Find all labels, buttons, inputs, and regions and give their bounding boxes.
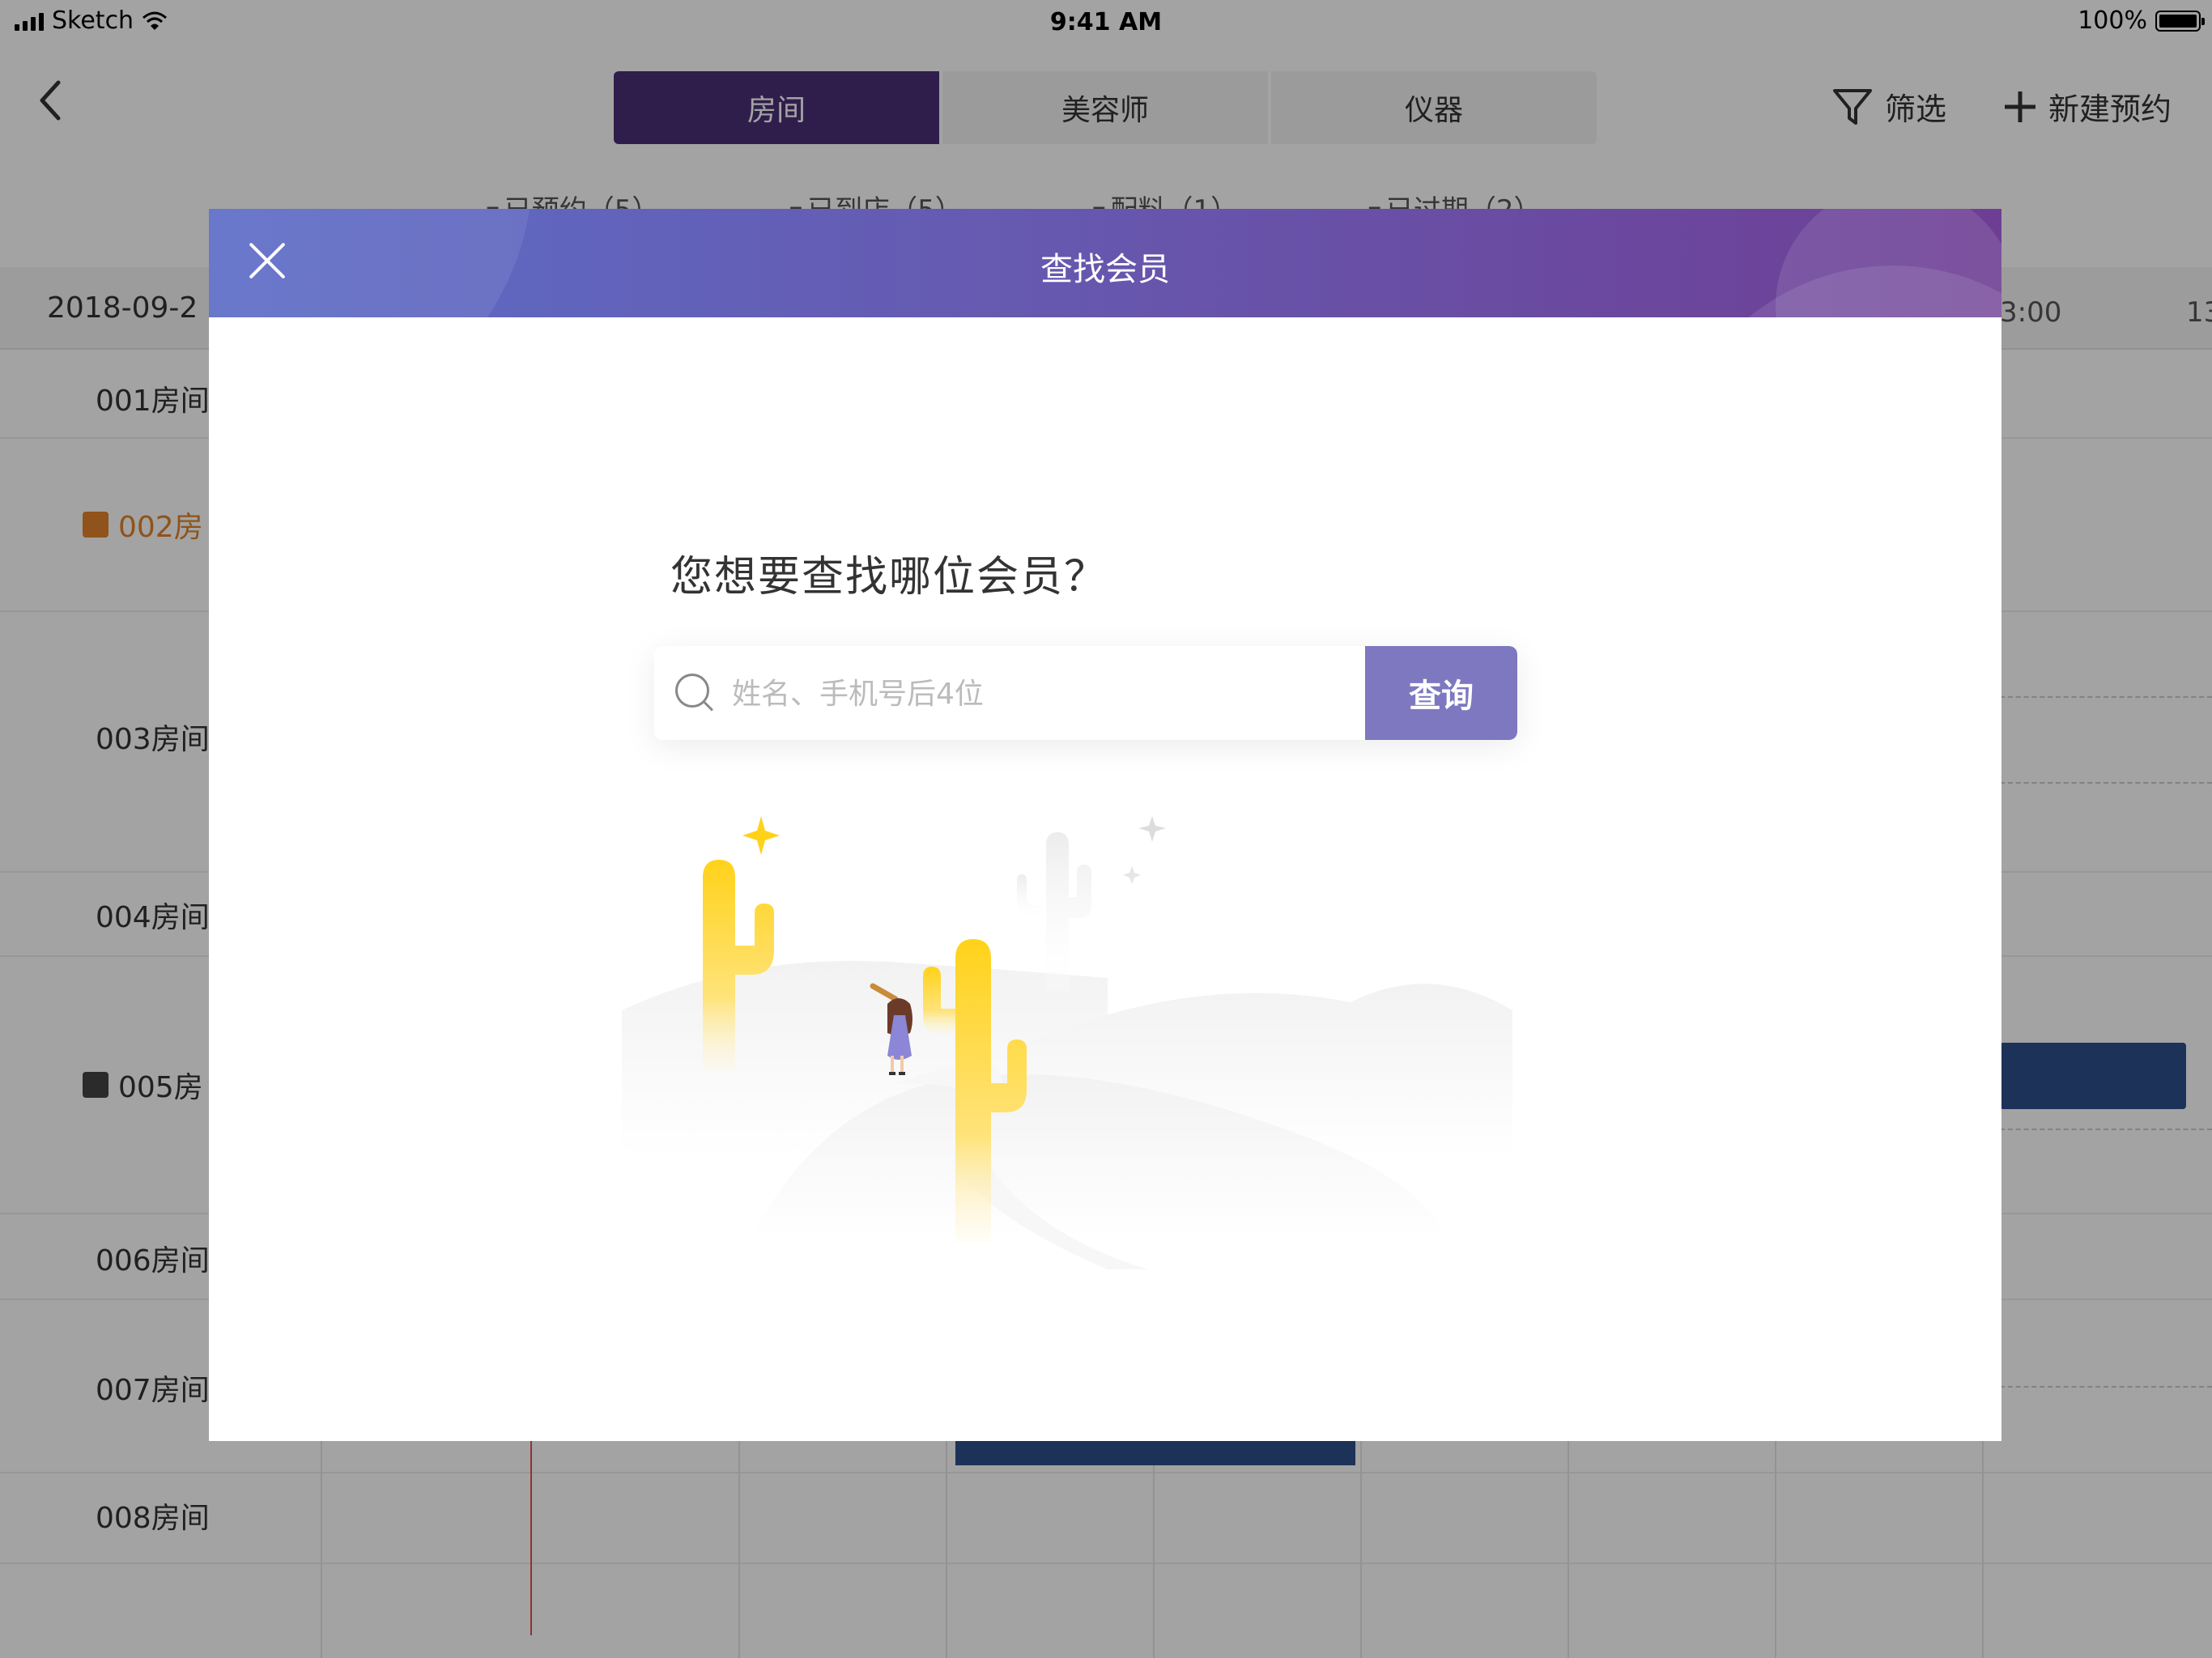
find-member-dialog: 查找会员 您想要查找哪位会员？ 查询 — [209, 209, 2001, 1441]
dialog-header: 查找会员 — [209, 209, 2001, 317]
empty-state-illustration — [622, 816, 1512, 1269]
search-button[interactable]: 查询 — [1365, 646, 1517, 740]
search-icon — [675, 674, 714, 712]
search-prompt: 您想要查找哪位会员？ — [670, 553, 1108, 602]
member-search-input[interactable] — [730, 646, 1365, 740]
member-search-bar: 查询 — [654, 646, 1517, 740]
dialog-title: 查找会员 — [1040, 251, 1170, 288]
